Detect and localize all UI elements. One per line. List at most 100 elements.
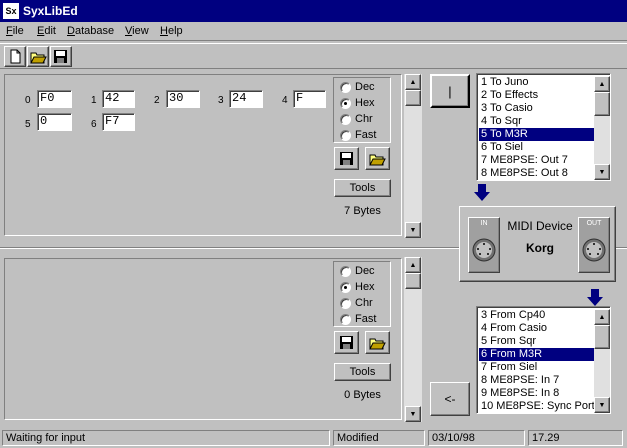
radio-fast[interactable]: Fast bbox=[340, 313, 376, 329]
toolbar bbox=[0, 43, 627, 69]
list-item[interactable]: 8 ME8PSE: Out 8 bbox=[479, 167, 594, 180]
bottom-byte-count: 0 Bytes bbox=[344, 389, 381, 401]
menu-edit-label: dit bbox=[44, 25, 56, 37]
byte-field-5[interactable]: 0 bbox=[37, 113, 72, 131]
byte-field-1[interactable]: 42 bbox=[102, 90, 135, 108]
list-item[interactable]: 1 To Juno bbox=[479, 76, 594, 89]
bottom-scrollbar[interactable]: ▲ ▼ bbox=[404, 257, 422, 422]
send-button[interactable]: | bbox=[430, 74, 470, 108]
scroll-up-arrow-icon[interactable]: ▲ bbox=[594, 309, 610, 325]
list-item-selected[interactable]: 6 From M3R bbox=[479, 348, 594, 361]
menu-help-label: elp bbox=[167, 25, 183, 37]
list-item[interactable]: 3 To Casio bbox=[479, 102, 594, 115]
list-item[interactable]: 2 To Effects bbox=[479, 89, 594, 102]
midi-out-port[interactable]: OUT bbox=[578, 217, 610, 273]
status-message: Waiting for input bbox=[2, 430, 330, 446]
list-item[interactable]: 4 From Casio bbox=[479, 322, 594, 335]
title-bar[interactable]: Sx SyxLibEd bbox=[0, 0, 627, 22]
save-button[interactable] bbox=[50, 46, 72, 67]
midi-device-name: Korg bbox=[526, 241, 554, 255]
list-item[interactable]: 7 ME8PSE: Out 7 bbox=[479, 154, 594, 167]
radio-hex[interactable]: Hex bbox=[340, 281, 375, 297]
open-folder-icon bbox=[369, 154, 386, 166]
receive-button[interactable]: <- bbox=[430, 382, 470, 416]
radio-dec-label: Dec bbox=[355, 81, 375, 93]
radio-fast-label: Fast bbox=[355, 313, 377, 325]
scroll-up-arrow-icon[interactable]: ▲ bbox=[405, 257, 421, 273]
scroll-down-arrow-icon[interactable]: ▼ bbox=[405, 406, 421, 422]
scroll-thumb[interactable] bbox=[405, 273, 421, 289]
radio-dec[interactable]: Dec bbox=[340, 265, 375, 281]
top-tools-button[interactable]: Tools bbox=[334, 179, 391, 197]
list-item[interactable]: 9 ME8PSE: In 8 bbox=[479, 387, 594, 400]
list-item[interactable]: 5 From Sqr bbox=[479, 335, 594, 348]
list-item[interactable]: 3 From Cp40 bbox=[479, 309, 594, 322]
list-item[interactable]: 7 From Siel bbox=[479, 361, 594, 374]
radio-chr[interactable]: Chr bbox=[340, 113, 373, 129]
radio-hex[interactable]: Hex bbox=[340, 97, 375, 113]
output-port-list[interactable]: 1 To Juno 2 To Effects 3 To Casio 4 To S… bbox=[476, 73, 611, 181]
byte-field-4[interactable]: F bbox=[293, 90, 326, 108]
scroll-down-arrow-icon[interactable]: ▼ bbox=[594, 397, 610, 413]
menu-database[interactable]: Database bbox=[67, 25, 114, 37]
bottom-open-button[interactable] bbox=[365, 331, 390, 354]
top-byte-count: 7 Bytes bbox=[344, 205, 381, 217]
bottom-save-button[interactable] bbox=[334, 331, 359, 354]
scroll-up-arrow-icon[interactable]: ▲ bbox=[405, 74, 421, 90]
open-button[interactable] bbox=[27, 46, 49, 67]
bottom-tools-button[interactable]: Tools bbox=[334, 363, 391, 381]
menu-file-label: ile bbox=[12, 25, 24, 37]
radio-dec-label: Dec bbox=[355, 265, 375, 277]
down-arrow-icon bbox=[474, 184, 490, 201]
input-port-list[interactable]: 3 From Cp40 4 From Casio 5 From Sqr 6 Fr… bbox=[476, 306, 611, 414]
midi-device-panel: IN MIDI Device Korg OUT bbox=[459, 206, 616, 282]
format-radio-group: Dec Hex Chr Fast bbox=[333, 261, 391, 327]
midi-device-title: MIDI Device bbox=[507, 219, 573, 233]
save-disk-icon bbox=[340, 152, 353, 165]
output-list-scrollbar[interactable]: ▲ ▼ bbox=[594, 76, 610, 180]
radio-hex-circle bbox=[340, 281, 351, 293]
menu-view[interactable]: View bbox=[125, 25, 149, 37]
radio-chr[interactable]: Chr bbox=[340, 297, 373, 313]
midi-in-port[interactable]: IN bbox=[468, 217, 500, 273]
open-folder-icon bbox=[30, 52, 47, 64]
list-item[interactable]: 6 To Siel bbox=[479, 141, 594, 154]
top-open-button[interactable] bbox=[365, 147, 390, 170]
radio-hex-circle bbox=[340, 97, 351, 109]
list-item[interactable]: 4 To Sqr bbox=[479, 115, 594, 128]
down-arrow-icon bbox=[587, 289, 603, 306]
menu-view-label: iew bbox=[132, 25, 149, 37]
byte-field-0[interactable]: F0 bbox=[37, 90, 72, 108]
radio-fast[interactable]: Fast bbox=[340, 129, 376, 145]
scroll-down-arrow-icon[interactable]: ▼ bbox=[405, 222, 421, 238]
status-bar: Waiting for input Modified 03/10/98 17.2… bbox=[0, 428, 627, 448]
byte-index-1: 1 bbox=[91, 95, 97, 106]
format-radio-group: Dec Hex Chr Fast bbox=[333, 77, 391, 143]
list-item-selected[interactable]: 5 To M3R bbox=[479, 128, 594, 141]
top-scrollbar[interactable]: ▲ ▼ bbox=[404, 74, 422, 238]
byte-field-3[interactable]: 24 bbox=[229, 90, 263, 108]
scroll-up-arrow-icon[interactable]: ▲ bbox=[594, 76, 610, 92]
top-save-button[interactable] bbox=[334, 147, 359, 170]
menu-edit[interactable]: Edit bbox=[37, 25, 56, 37]
app-icon[interactable]: Sx bbox=[3, 3, 19, 19]
menu-file[interactable]: File bbox=[6, 25, 24, 37]
new-button[interactable] bbox=[4, 46, 26, 67]
scroll-down-arrow-icon[interactable]: ▼ bbox=[594, 164, 610, 180]
input-list-scrollbar[interactable]: ▲ ▼ bbox=[594, 309, 610, 413]
radio-fast-circle bbox=[340, 129, 351, 141]
radio-hex-label: Hex bbox=[355, 281, 375, 293]
scroll-thumb[interactable] bbox=[594, 325, 610, 349]
midi-din-in-icon bbox=[472, 238, 496, 262]
byte-field-2[interactable]: 30 bbox=[166, 90, 200, 108]
scroll-thumb[interactable] bbox=[405, 90, 421, 106]
midi-din-out-icon bbox=[582, 238, 606, 262]
list-item[interactable]: 10 ME8PSE: Sync Port bbox=[479, 400, 595, 413]
byte-field-6[interactable]: F7 bbox=[102, 113, 135, 131]
bottom-editor-pane: Dec Hex Chr Fast Tools 0 Bytes bbox=[4, 258, 402, 420]
menu-help-accel: H bbox=[160, 25, 168, 37]
scroll-thumb[interactable] bbox=[594, 92, 610, 116]
radio-dec[interactable]: Dec bbox=[340, 81, 375, 97]
list-item[interactable]: 8 ME8PSE: In 7 bbox=[479, 374, 594, 387]
menu-help[interactable]: Help bbox=[160, 25, 183, 37]
